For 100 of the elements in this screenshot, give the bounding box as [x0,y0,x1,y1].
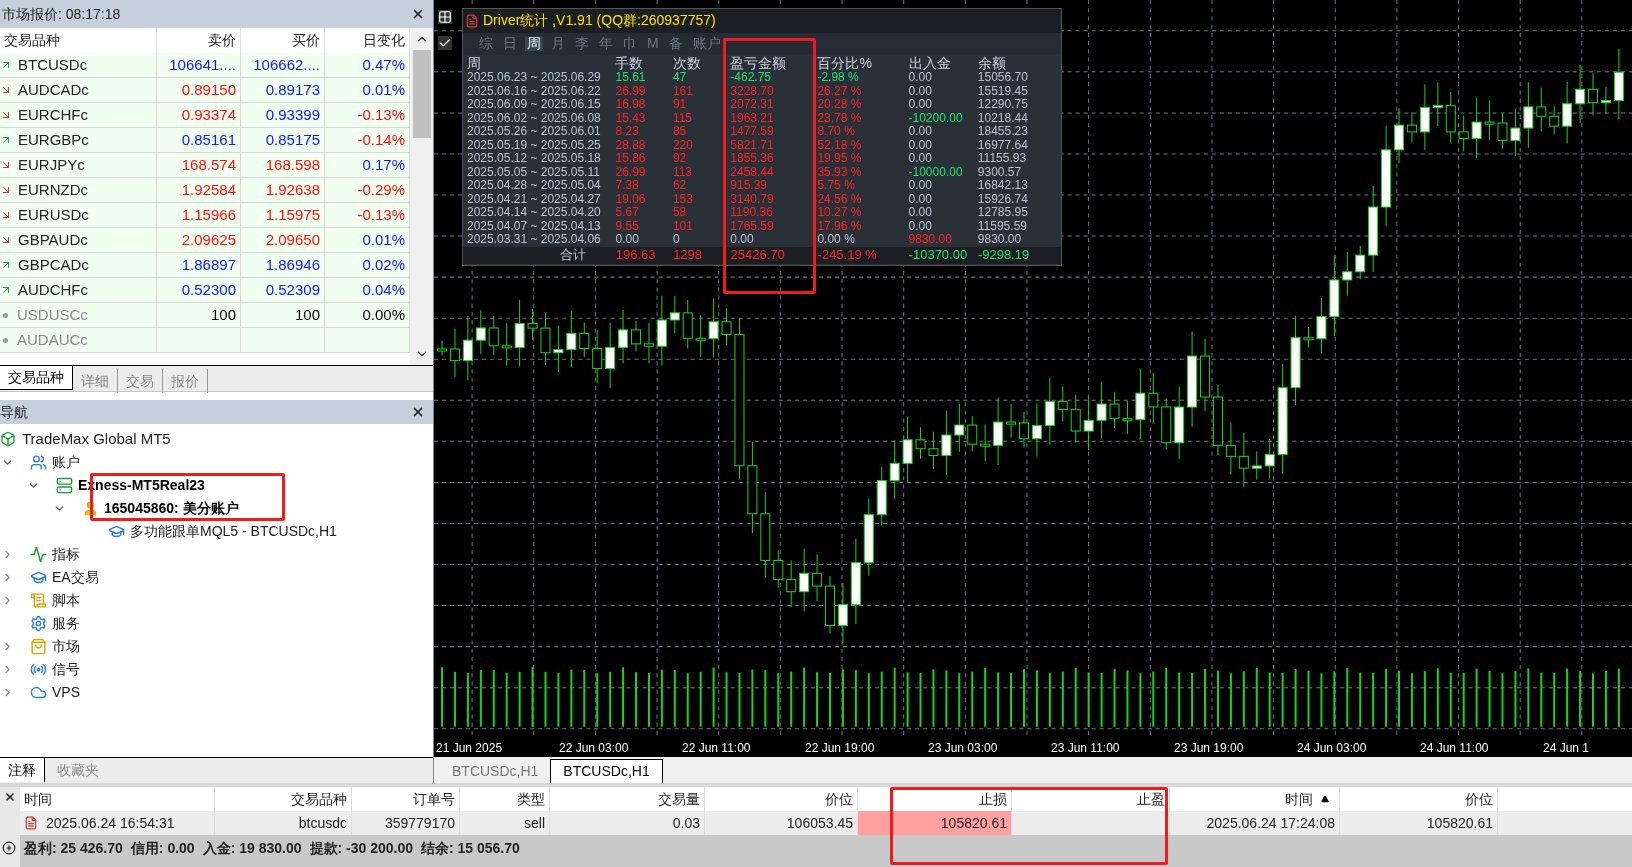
panel-title: 市场报价: 08:17:18 [1,4,121,24]
price-cell-text: 0.00% [362,304,405,325]
expand-icon[interactable] [2,841,16,855]
price-cell-text: 100 [210,304,236,325]
scrollbar[interactable] [410,28,433,365]
stat-cell-text: 24.56 % [817,192,863,206]
price-cell-text: 0.17% [362,154,405,175]
up-arrow-icon [0,259,12,271]
check-icon[interactable] [438,36,452,50]
table-cell-text: 359779170 [384,813,455,833]
symbol-name[interactable]: EURCHFc [18,103,88,127]
stat-cell-text: 8.70 % [817,125,856,139]
stat-cell-text: -2.98 % [817,71,860,85]
price-cell-text: 168.598 [265,154,320,175]
column-header: 盈亏金额 [730,55,788,71]
period-cell-text: 2025.05.12 ~ 2025.05.18 [467,152,602,166]
stat-cell-text: 16977.64 [977,138,1029,152]
stat-cell-text: 1298 [673,248,704,262]
period-cell-text: 2025.05.19 ~ 2025.05.25 [467,138,602,152]
stat-cell-text: 15.86 [615,152,647,166]
tree-item[interactable]: 市场 [52,636,80,657]
tree-item[interactable]: 账户 [52,452,80,473]
tree-item[interactable]: VPS [52,682,80,703]
period-tab[interactable]: 周 [525,37,543,51]
stat-cell-text: 915.39 [730,179,769,193]
tree-item[interactable]: EA交易 [52,567,99,588]
close-icon[interactable] [411,7,425,21]
price-cell-text: -0.13% [357,204,405,225]
price-cell-text: 0.85161 [181,129,236,150]
wave-icon [30,546,47,563]
symbol-name[interactable]: AUDCADc [18,78,89,102]
price-cell-text: 0.01% [362,79,405,100]
stat-cell-text: 19.95 % [817,152,863,166]
stat-cell-text: 26.99 [615,165,647,179]
tree-item[interactable]: 信号 [52,659,80,680]
period-cell-text: 2025.06.16 ~ 2025.06.22 [467,84,602,98]
down-arrow-icon [0,209,12,221]
stat-cell-text: 9830.00 [908,233,953,247]
price-cell-text: 100 [294,304,320,325]
period-cell-text: 2025.05.26 ~ 2025.06.01 [467,125,602,139]
symbol-name[interactable]: BTCUSDc [18,53,88,77]
close-icon[interactable] [4,791,16,803]
stat-cell-text: 0.00 [615,233,640,247]
up-arrow-icon [0,284,12,296]
panel-tab[interactable]: 注释 [0,758,45,782]
symbol-name[interactable]: EURJPYc [18,153,85,177]
down-arrow-icon [0,84,12,96]
price-cell-text: -0.14% [357,129,405,150]
column-header: 余额 [977,55,1007,71]
price-cell-text: 2.09625 [181,229,236,250]
stat-cell-text: 62 [672,179,688,193]
symbol-name[interactable]: GBPCADc [18,253,89,277]
stat-cell-text: 15056.70 [977,71,1029,85]
stat-cell-text: 26.99 [615,84,647,98]
tree-item[interactable]: 165045860: 美分账户 [104,498,239,519]
time-axis-label: 21 Jun 2025 [435,740,504,757]
chart-tab[interactable]: BTCUSDc,H1 [440,759,551,783]
panel-tab[interactable]: 交易品种 [0,366,73,390]
symbol-name[interactable]: EURGBPc [18,128,89,152]
stat-cell-text: 19.06 [615,192,647,206]
time-axis-label: 24 Jun 1 [1542,740,1591,757]
price-cell-text: 2.09650 [265,229,320,250]
stat-cell-text: 47 [672,71,688,85]
price-cell-text: 0.93399 [265,104,320,125]
symbol-name[interactable]: AUDCHFc [18,278,88,302]
symbol-name[interactable]: GBPAUDc [18,228,88,252]
stat-cell-text: 92 [672,152,688,166]
scroll-thumb[interactable] [412,50,431,138]
price-cell-text: 1.15966 [181,204,236,225]
stat-cell-text: 1477.59 [730,125,775,139]
tree-item[interactable]: 多功能跟单MQL5 - BTCUSDc,H1 [130,521,337,542]
price-cell-text: 0.52300 [181,279,236,300]
stat-cell-text: -9298.19 [977,248,1031,262]
server-icon [56,477,73,494]
cloud-icon [30,684,47,701]
stat-cell-text: 0.00 [908,84,933,98]
stat-cell-text: 9830.00 [977,233,1023,247]
summary-text: 入金: 19 830.00 [202,838,302,858]
symbol-name[interactable]: EURUSDc [18,203,89,227]
tree-item[interactable]: 服务 [52,613,80,634]
chart-tab[interactable]: BTCUSDc,H1 [550,759,663,783]
period-cell-text: 2025.06.23 ~ 2025.06.29 [467,71,602,85]
graduation-cap-icon [108,523,125,540]
close-icon[interactable] [411,405,425,419]
stat-cell-text: -10370.00 [908,248,969,262]
shopping-bag-icon [30,638,47,655]
tree-root[interactable]: TradeMax Global MT5 [22,427,171,451]
price-cell-text: 0.47% [362,54,405,75]
table-cell-text: sell [524,813,545,833]
stat-cell-text: 0.00 [908,192,933,206]
sort-arrow-icon[interactable] [1321,795,1329,803]
tree-item[interactable]: 脚本 [52,590,80,611]
symbol-name[interactable]: EURNZDc [18,178,88,202]
stat-cell-text: 0.00 [908,179,933,193]
period-cell-text: 2025.03.31 ~ 2025.04.06 [467,233,602,247]
summary-text: 结余: 15 056.70 [421,838,520,858]
grid-icon[interactable] [438,10,452,24]
tree-item[interactable]: 指标 [52,544,80,565]
stat-cell-text: 12290.75 [977,98,1029,112]
stat-cell-text: 0.00 % [817,233,856,247]
